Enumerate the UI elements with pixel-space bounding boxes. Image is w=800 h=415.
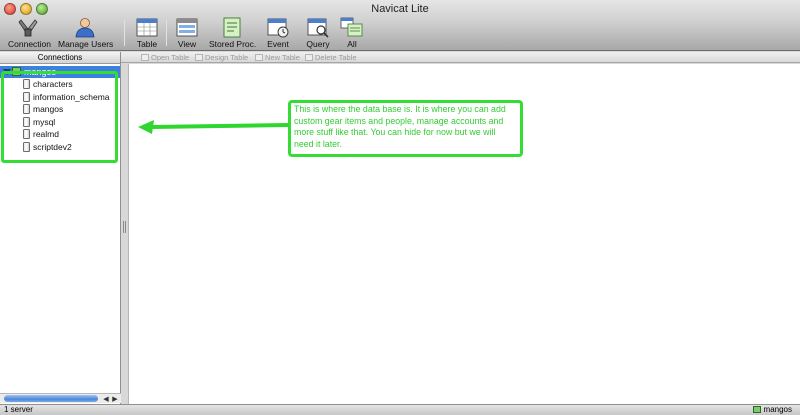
pane-splitter[interactable]	[121, 64, 128, 404]
tree-item-database[interactable]: realmd	[0, 128, 120, 141]
stored-procedure-button[interactable]: Stored Proc.	[209, 17, 256, 49]
database-icon	[23, 79, 30, 89]
database-icon	[23, 104, 30, 114]
scrollbar-thumb[interactable]	[4, 395, 98, 402]
all-button[interactable]: All	[340, 17, 364, 49]
connections-sidebar: Connections mangos characters informatio…	[0, 52, 121, 404]
server-icon	[12, 67, 21, 76]
all-objects-icon	[340, 17, 363, 37]
connection-label: mangos	[24, 67, 57, 77]
scroll-right-icon[interactable]: ▶	[111, 395, 119, 403]
tree-item-database[interactable]: scriptdev2	[0, 141, 120, 154]
status-bar: 1 server mangos	[0, 404, 800, 415]
database-icon	[23, 116, 30, 127]
window-title: Navicat Lite	[371, 3, 429, 15]
database-icon	[23, 129, 30, 139]
tree-item-database[interactable]: mangos	[0, 103, 120, 116]
connection-button[interactable]: Connection	[8, 17, 51, 49]
users-icon	[75, 18, 95, 38]
query-icon	[307, 18, 329, 38]
table-button[interactable]: Table	[133, 17, 161, 49]
sidebar-horizontal-scrollbar[interactable]: ◀ ▶	[0, 393, 121, 403]
query-button[interactable]: Query	[304, 17, 332, 49]
manage-users-button[interactable]: Manage Users	[58, 17, 113, 49]
tree-item-database[interactable]: mysql	[0, 116, 120, 129]
tree-root-connection[interactable]: mangos	[0, 66, 120, 78]
connections-header: Connections	[0, 52, 120, 64]
view-icon	[176, 18, 198, 37]
database-icon	[23, 91, 30, 102]
open-table-button[interactable]: Open Table	[141, 52, 189, 63]
annotation-arrow-icon	[138, 120, 289, 134]
toolbar-separator	[124, 20, 125, 46]
annotation-text: This is where the data base is. It is wh…	[294, 104, 506, 149]
toolbar-separator	[166, 20, 167, 46]
tree-item-database[interactable]: information_schema	[0, 91, 120, 104]
window-toolbar: Navicat Lite Connection Manage Users Tab…	[0, 0, 800, 51]
scroll-left-icon[interactable]: ◀	[102, 395, 110, 403]
server-icon	[752, 406, 761, 413]
object-toolbar: Open Table Design Table New Table Delete…	[121, 52, 800, 63]
event-icon	[267, 18, 289, 38]
active-connection: mangos	[752, 405, 792, 415]
delete-table-icon	[305, 54, 313, 61]
stored-procedure-icon	[223, 17, 241, 38]
connection-icon	[18, 19, 38, 37]
table-icon	[136, 18, 158, 37]
server-count: 1 server	[4, 405, 33, 414]
design-table-icon	[195, 54, 203, 61]
annotation-callout: This is where the data base is. It is wh…	[288, 100, 523, 157]
open-table-icon	[141, 54, 149, 61]
event-button[interactable]: Event	[264, 17, 292, 49]
disclosure-triangle-icon[interactable]	[3, 69, 11, 75]
new-table-icon	[255, 54, 263, 61]
view-button[interactable]: View	[174, 17, 200, 49]
splitter-grip-icon[interactable]	[123, 221, 126, 233]
new-table-button[interactable]: New Table	[255, 52, 300, 63]
delete-table-button[interactable]: Delete Table	[305, 52, 357, 63]
database-icon	[23, 141, 30, 152]
tree-item-database[interactable]: characters	[0, 78, 120, 91]
design-table-button[interactable]: Design Table	[195, 52, 248, 63]
